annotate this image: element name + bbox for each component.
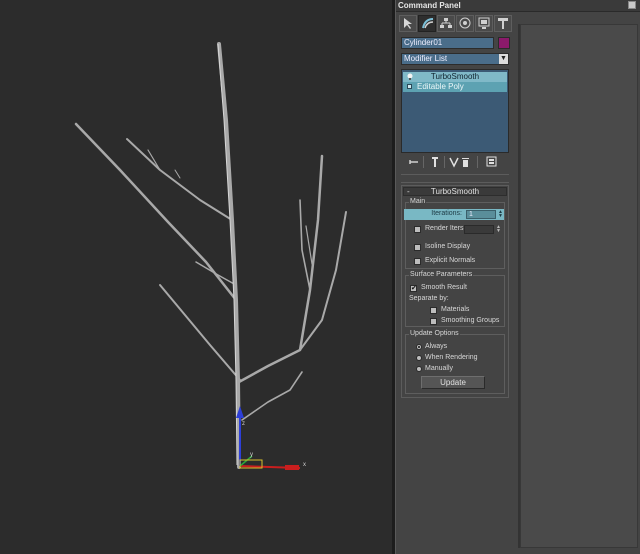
transform-gizmo[interactable] bbox=[236, 406, 301, 470]
cursor-icon bbox=[404, 18, 412, 29]
render-iters-row: Render Iters: ▲ ▼ bbox=[414, 224, 502, 235]
smoothing-groups-label: Smoothing Groups bbox=[441, 317, 500, 324]
isoline-display-checkbox[interactable] bbox=[414, 244, 421, 251]
toolbar-divider bbox=[444, 156, 445, 168]
always-label: Always bbox=[425, 343, 448, 350]
surface-parameters-group: Surface Parameters ✔ Smooth Result Separ… bbox=[405, 270, 505, 327]
command-panel-title: Command Panel bbox=[398, 1, 461, 10]
update-button[interactable]: Update bbox=[421, 376, 485, 389]
object-color-swatch[interactable] bbox=[498, 37, 510, 49]
when-rendering-label: When Rendering bbox=[425, 354, 478, 361]
tab-display[interactable] bbox=[475, 15, 493, 32]
stack-item-turbosmooth[interactable]: TurboSmooth bbox=[403, 72, 507, 82]
section-separator bbox=[401, 174, 509, 175]
manually-radio[interactable] bbox=[416, 366, 422, 372]
update-manually-row: Manually bbox=[416, 364, 496, 375]
tab-motion[interactable] bbox=[456, 15, 474, 32]
render-iters-label: Render Iters: bbox=[425, 225, 466, 232]
main-group-title: Main bbox=[409, 197, 427, 207]
update-always-row: Always bbox=[416, 342, 496, 353]
show-end-result-icon[interactable] bbox=[428, 156, 442, 168]
gizmo-y-label: y bbox=[250, 452, 253, 458]
expand-box-icon[interactable] bbox=[407, 84, 412, 89]
remove-modifier-icon[interactable] bbox=[461, 156, 475, 168]
separate-by-label: Separate by: bbox=[409, 295, 449, 302]
toolbar-divider bbox=[477, 156, 478, 168]
iterations-label: Iterations: bbox=[431, 210, 462, 217]
close-icon[interactable] bbox=[628, 1, 636, 9]
smooth-result-checkbox[interactable]: ✔ bbox=[410, 285, 417, 292]
always-radio[interactable] bbox=[416, 344, 422, 350]
modifier-list-label: Modifier List bbox=[404, 54, 448, 63]
iterations-row: Iterations: 1 ▲ ▼ bbox=[404, 209, 504, 220]
iterations-input[interactable]: 1 bbox=[466, 210, 496, 219]
pin-stack-icon[interactable] bbox=[407, 156, 421, 168]
tab-utilities[interactable] bbox=[494, 15, 512, 32]
main-group: Main Iterations: 1 ▲ ▼ Render Iters: ▲ ▼ I… bbox=[404, 197, 505, 269]
configure-sets-icon[interactable] bbox=[485, 156, 499, 168]
stack-toolbar bbox=[401, 155, 511, 169]
tree-mesh[interactable]: y x z bbox=[0, 0, 392, 554]
explicit-normals-checkbox[interactable] bbox=[414, 258, 421, 265]
viewport[interactable]: y x z bbox=[0, 0, 392, 554]
chevron-down-icon[interactable]: ▼ bbox=[499, 54, 508, 64]
stack-item-editable-poly[interactable]: Editable Poly bbox=[403, 82, 507, 92]
modifier-list-dropdown[interactable]: Modifier List ▼ bbox=[401, 53, 509, 65]
gizmo-x-label: x bbox=[303, 462, 306, 468]
turbosmooth-rollout: - TurboSmooth Main Iterations: 1 ▲ ▼ Rend… bbox=[401, 185, 509, 398]
gizmo-z-label: z bbox=[242, 421, 245, 427]
update-when-rendering-row: When Rendering bbox=[416, 353, 496, 364]
display-icon bbox=[478, 17, 490, 29]
smooth-result-row: ✔ Smooth Result bbox=[410, 283, 500, 294]
iterations-spinner-icon[interactable]: ▲ ▼ bbox=[497, 210, 504, 219]
isoline-display-row: Isoline Display bbox=[414, 242, 502, 253]
make-unique-icon[interactable] bbox=[448, 156, 462, 168]
render-iters-spinner-icon[interactable]: ▲ ▼ bbox=[495, 225, 502, 234]
toolbar-divider bbox=[423, 156, 424, 168]
render-iters-input[interactable] bbox=[464, 225, 494, 234]
motion-icon bbox=[459, 17, 471, 29]
tab-create[interactable] bbox=[399, 15, 417, 32]
tab-modify[interactable] bbox=[418, 15, 436, 32]
bend-icon bbox=[422, 18, 434, 29]
explicit-normals-label: Explicit Normals bbox=[425, 257, 476, 264]
rollout-title: TurboSmooth bbox=[430, 187, 480, 196]
hierarchy-icon bbox=[440, 18, 452, 28]
smoothing-groups-row: Smoothing Groups bbox=[430, 316, 502, 327]
hammer-icon bbox=[498, 18, 508, 29]
stack-item-label: Editable Poly bbox=[417, 82, 464, 91]
modifier-stack[interactable]: TurboSmooth Editable Poly bbox=[401, 69, 509, 153]
surface-parameters-title: Surface Parameters bbox=[409, 270, 474, 280]
update-options-title: Update Options bbox=[409, 329, 460, 339]
object-name-field[interactable]: Cylinder01 bbox=[401, 37, 494, 49]
smoothing-groups-checkbox[interactable] bbox=[430, 318, 437, 325]
rollout-header[interactable]: - TurboSmooth bbox=[403, 187, 507, 196]
materials-checkbox[interactable] bbox=[430, 307, 437, 314]
when-rendering-radio[interactable] bbox=[416, 355, 422, 361]
tab-hierarchy[interactable] bbox=[437, 15, 455, 32]
command-panel-tabs bbox=[399, 13, 519, 34]
materials-label: Materials bbox=[441, 306, 470, 313]
smooth-result-label: Smooth Result bbox=[421, 284, 467, 291]
stack-item-label: TurboSmooth bbox=[430, 72, 480, 81]
isoline-display-label: Isoline Display bbox=[425, 243, 471, 250]
command-panel-titlebar[interactable]: Command Panel bbox=[396, 0, 640, 12]
command-panel: Command Panel Cylinder01 Modifier List ▼ bbox=[395, 0, 640, 554]
explicit-normals-row: Explicit Normals bbox=[414, 256, 502, 267]
manually-label: Manually bbox=[425, 365, 454, 372]
render-iters-checkbox[interactable] bbox=[414, 226, 421, 233]
panel-side-area bbox=[520, 24, 638, 548]
materials-row: Materials bbox=[430, 305, 502, 316]
section-separator bbox=[401, 182, 509, 183]
